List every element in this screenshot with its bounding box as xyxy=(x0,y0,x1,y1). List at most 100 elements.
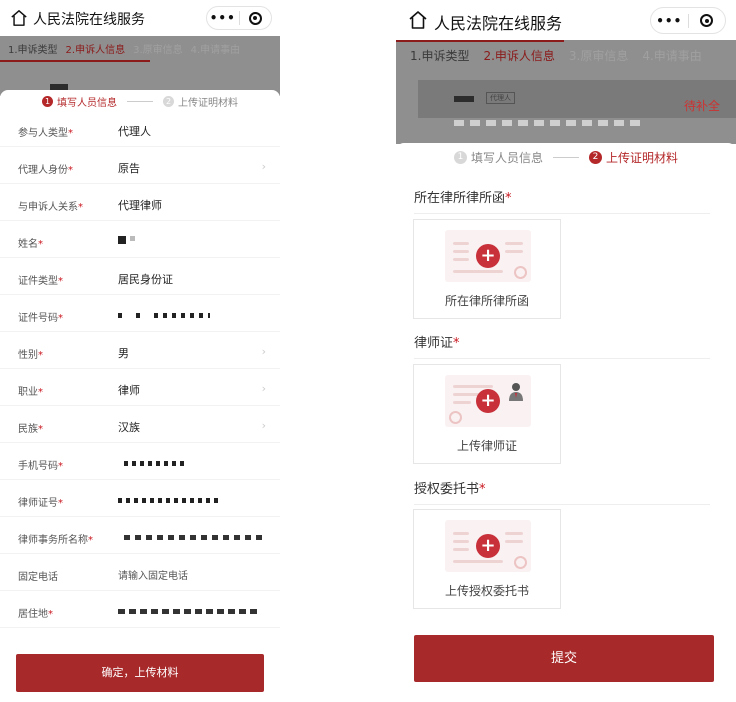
field-label: 代理人身份* xyxy=(18,165,73,176)
mobile-row[interactable]: 手机号码* xyxy=(0,443,280,480)
nav-bar: 人民法院在线服务 ••• xyxy=(396,0,736,40)
field-value: 代理律师 xyxy=(118,199,162,212)
target-icon[interactable] xyxy=(239,11,271,25)
mini-program-capsule: ••• xyxy=(206,6,272,30)
redacted-value xyxy=(118,498,218,503)
upload-caption: 所在律所律所函 xyxy=(444,294,529,308)
stamp-icon xyxy=(514,266,527,279)
home-icon[interactable] xyxy=(408,10,428,30)
landline-input[interactable]: 请输入固定电话 xyxy=(118,567,188,582)
document-illustration: + xyxy=(445,520,531,572)
tab-connector xyxy=(127,100,153,102)
name-row[interactable]: 姓名* xyxy=(0,221,280,258)
field-label: 职业* xyxy=(18,387,43,398)
step-1: 1.申诉类型 xyxy=(410,48,470,63)
dimmed-backdrop: 1.申诉类型 2.申诉人信息 3.原审信息 4.申请事由 代理人 待补全 xyxy=(396,40,736,144)
section-title: 授权委托书* xyxy=(414,482,486,497)
redacted-value xyxy=(118,313,122,318)
landline-row[interactable]: 固定电话 请输入固定电话 xyxy=(0,554,280,591)
section-title: 律师证* xyxy=(414,336,460,351)
redacted-value xyxy=(124,535,262,540)
more-icon[interactable]: ••• xyxy=(651,14,688,28)
document-illustration: + xyxy=(445,230,531,282)
upload-lawyer-license[interactable]: + 上传律师证 xyxy=(413,364,561,464)
upload-caption: 上传授权委托书 xyxy=(444,584,529,598)
section-divider xyxy=(414,504,710,505)
upload-firm-letter[interactable]: + 所在律所律所函 xyxy=(413,219,561,319)
target-icon[interactable] xyxy=(688,14,725,27)
field-label: 证件号码* xyxy=(18,313,63,324)
occupation-row[interactable]: 职业* 律师 › xyxy=(0,369,280,406)
law-firm-row[interactable]: 律师事务所名称* xyxy=(0,517,280,554)
field-value: 汉族 xyxy=(118,421,140,434)
section-title: 所在律所律所函* xyxy=(414,191,512,206)
step-3: 3.原审信息 xyxy=(568,48,629,63)
stamp-icon xyxy=(514,556,527,569)
sheet-tabs: 1 填写人员信息 2 上传证明材料 xyxy=(396,143,736,171)
person-icon xyxy=(509,383,523,401)
submit-button[interactable]: 提交 xyxy=(414,635,714,682)
lawyer-license-row[interactable]: 律师证号* xyxy=(0,480,280,517)
field-value: 律师 xyxy=(118,384,140,397)
redacted-value xyxy=(118,236,126,244)
step-progress: 1.申诉类型 2.申诉人信息 3.原审信息 4.申请事由 xyxy=(396,40,736,70)
field-label: 证件类型* xyxy=(18,276,63,287)
participant-type-row[interactable]: 参与人类型* 代理人 xyxy=(0,110,280,147)
home-icon[interactable] xyxy=(10,9,28,27)
upload-power-of-attorney[interactable]: + 上传授权委托书 xyxy=(413,509,561,609)
tab-upload-proof[interactable]: 2 上传证明材料 xyxy=(163,94,238,109)
add-icon: + xyxy=(476,534,500,558)
id-number-row[interactable]: 证件号码* xyxy=(0,295,280,332)
gender-row[interactable]: 性别* 男 › xyxy=(0,332,280,369)
masked-name xyxy=(454,96,474,102)
field-label: 居住地* xyxy=(18,609,53,620)
field-label: 民族* xyxy=(18,424,43,435)
field-label: 手机号码* xyxy=(18,461,63,472)
app-title: 人民法院在线服务 xyxy=(434,14,563,33)
more-icon[interactable]: ••• xyxy=(207,11,239,25)
redacted-value xyxy=(124,461,186,466)
relation-row[interactable]: 与申诉人关系* 代理律师 xyxy=(0,184,280,221)
right-screen: 人民法院在线服务 ••• 1.申诉类型 2.申诉人信息 3.原审信息 4.申请事… xyxy=(396,0,736,702)
tab-upload-proof[interactable]: 2 上传证明材料 xyxy=(589,149,678,166)
agent-identity-row[interactable]: 代理人身份* 原告 › xyxy=(0,147,280,184)
field-label: 律师证号* xyxy=(18,498,63,509)
redacted-value xyxy=(118,609,258,614)
step-2: 2.申诉人信息 xyxy=(483,48,555,63)
chevron-right-icon: › xyxy=(261,345,266,358)
section-divider xyxy=(414,213,710,214)
step-progress-bar xyxy=(396,40,564,42)
mini-program-capsule: ••• xyxy=(650,7,726,34)
dimmed-backdrop: 1.申诉类型 2.申诉人信息 3.原审信息 4.申请事由 xyxy=(0,36,280,96)
redacted-value xyxy=(154,313,210,318)
field-value: 原告 xyxy=(118,162,140,175)
confirm-upload-button[interactable]: 确定，上传材料 xyxy=(16,654,264,692)
upload-proof-sheet: 1 填写人员信息 2 上传证明材料 所在律所律所函* + 所在律所律所函 律师证… xyxy=(396,143,736,702)
id-type-row[interactable]: 证件类型* 居民身份证 xyxy=(0,258,280,295)
ethnicity-row[interactable]: 民族* 汉族 › xyxy=(0,406,280,443)
chevron-right-icon: › xyxy=(261,160,266,173)
residence-row[interactable]: 居住地* xyxy=(0,591,280,628)
upload-caption: 上传律师证 xyxy=(456,439,517,453)
person-info-sheet: 1填写人员信息 2上传证明材料 参与人类型* 代理人 代理人身份* 原告 › xyxy=(0,90,280,702)
step-progress-bar xyxy=(0,60,150,62)
step-1: 1.申诉类型 xyxy=(8,44,58,56)
step-3: 3.原审信息 xyxy=(133,44,183,56)
nav-bar: 人民法院在线服务 ••• xyxy=(0,0,280,36)
redacted-value xyxy=(130,236,135,241)
field-label: 固定电话 xyxy=(18,572,58,583)
tab-fill-info[interactable]: 1 填写人员信息 xyxy=(42,94,117,109)
field-label: 参与人类型* xyxy=(18,128,73,139)
field-label: 律师事务所名称* xyxy=(18,535,93,546)
masked-detail xyxy=(454,120,644,126)
add-icon: + xyxy=(476,244,500,268)
step-4: 4.申请事由 xyxy=(190,44,241,56)
person-form: 参与人类型* 代理人 代理人身份* 原告 › 与申诉人关系* 代理律师 姓名* xyxy=(0,110,280,628)
add-icon: + xyxy=(476,389,500,413)
tab-connector xyxy=(553,156,579,158)
left-screen: 人民法院在线服务 ••• 1.申诉类型 2.申诉人信息 3.原审信息 4.申请事… xyxy=(0,0,280,702)
tab-fill-info[interactable]: 1 填写人员信息 xyxy=(453,149,543,166)
field-label: 性别* xyxy=(18,350,43,361)
section-divider xyxy=(414,358,710,359)
stamp-icon xyxy=(449,411,462,424)
